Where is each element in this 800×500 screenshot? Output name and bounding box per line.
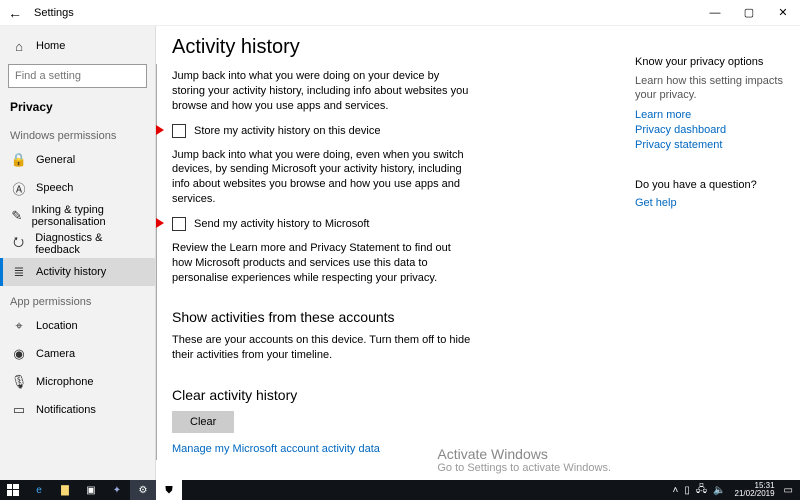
terminal-icon[interactable]: ▣ — [78, 480, 104, 500]
sidebar-item-notifications[interactable]: ▭Notifications — [0, 396, 155, 424]
clear-button[interactable]: Clear — [172, 411, 234, 433]
sidebar-item-camera[interactable]: ◉Camera — [0, 340, 155, 368]
sidebar-icon: ▭ — [10, 402, 28, 418]
minimize-button[interactable]: — — [698, 0, 732, 26]
sidebar-item-label: Microphone — [28, 376, 93, 388]
search-box[interactable]: ⌕ — [8, 64, 147, 88]
sidebar-item-general[interactable]: 🔒General — [0, 146, 155, 174]
taskbar: e ▇ ▣ ✦ ⚙ ⛊ ˄ ▯ 🖧 🔈 15:31 21/02/2019 ▭ — [0, 480, 800, 500]
back-button[interactable]: ← — [0, 5, 30, 21]
sidebar-item-label: Diagnostics & feedback — [27, 232, 145, 256]
page-title: Activity history — [172, 36, 609, 59]
checkbox-input[interactable] — [172, 124, 186, 138]
edge-icon[interactable]: e — [26, 480, 52, 500]
system-tray: ˄ ▯ 🖧 🔈 15:31 21/02/2019 ▭ — [670, 482, 800, 499]
checkbox-store-activity[interactable]: Store my activity history on this device — [172, 124, 609, 138]
store-icon[interactable]: ⛊ — [156, 480, 182, 500]
description-text: Jump back into what you were doing on yo… — [172, 69, 472, 114]
checkbox-label: Send my activity history to Microsoft — [186, 218, 369, 230]
sidebar-item-label: General — [28, 154, 75, 166]
checkbox-send-activity[interactable]: Send my activity history to Microsoft — [172, 217, 609, 231]
section-heading-accounts: Show activities from these accounts — [172, 309, 609, 325]
info-heading: Do you have a question? — [635, 179, 790, 191]
sidebar-item-inking-typing-personalisation[interactable]: ✎Inking & typing personalisation — [0, 202, 155, 230]
window-title: Settings — [30, 7, 74, 19]
watermark-subtitle: Go to Settings to activate Windows. — [437, 462, 611, 474]
sidebar-icon: ✎ — [10, 208, 24, 224]
file-explorer-icon[interactable]: ▇ — [52, 480, 78, 500]
sidebar-icon: ≣ — [10, 264, 28, 280]
description-text: Jump back into what you were doing, even… — [172, 148, 472, 207]
scroll-indicator — [156, 64, 157, 460]
privacy-dashboard-link[interactable]: Privacy dashboard — [635, 124, 790, 136]
info-subtext: Learn how this setting impacts your priv… — [635, 74, 790, 103]
activation-watermark: Activate Windows Go to Settings to activ… — [437, 446, 611, 474]
sidebar-item-label: Camera — [28, 348, 75, 360]
sidebar-item-home[interactable]: ⌂ Home — [0, 32, 155, 60]
sidebar-item-microphone[interactable]: 🎙Microphone — [0, 368, 155, 396]
learn-more-link[interactable]: Learn more — [635, 109, 790, 121]
sidebar-item-label: Notifications — [28, 404, 96, 416]
sidebar-item-diagnostics-feedback[interactable]: ⭮Diagnostics & feedback — [0, 230, 155, 258]
maximize-button[interactable]: ▢ — [732, 0, 766, 26]
app-icon[interactable]: ✦ — [104, 480, 130, 500]
sidebar-item-speech[interactable]: ⒶSpeech — [0, 174, 155, 202]
sidebar-section-current: Privacy — [0, 94, 155, 120]
sidebar-icon: ⭮ — [10, 233, 27, 255]
sidebar-item-label: Location — [28, 320, 78, 332]
watermark-title: Activate Windows — [437, 446, 611, 462]
get-help-link[interactable]: Get help — [635, 197, 790, 209]
sidebar-icon: ◉ — [10, 346, 28, 362]
start-button[interactable] — [0, 480, 26, 500]
sidebar-icon: Ⓐ — [10, 179, 28, 198]
sidebar-item-label: Activity history — [28, 266, 106, 278]
close-button[interactable]: ✕ — [766, 0, 800, 26]
sidebar-icon: ⌖ — [10, 318, 28, 334]
sidebar-icon: 🎙 — [10, 374, 28, 390]
home-icon: ⌂ — [10, 39, 28, 54]
section-heading-clear: Clear activity history — [172, 387, 609, 403]
sidebar-item-label: Inking & typing personalisation — [24, 204, 145, 228]
privacy-statement-link[interactable]: Privacy statement — [635, 139, 790, 151]
checkbox-input[interactable] — [172, 217, 186, 231]
sidebar-group-windows-permissions: Windows permissions — [0, 120, 155, 146]
action-center-icon[interactable]: ▭ — [784, 485, 793, 496]
tray-network-icon[interactable]: 🖧 — [696, 482, 707, 499]
search-input[interactable] — [15, 70, 155, 82]
sidebar-item-location[interactable]: ⌖Location — [0, 312, 155, 340]
sidebar-icon: 🔒 — [10, 152, 28, 168]
taskbar-clock[interactable]: 15:31 21/02/2019 — [729, 482, 781, 498]
tray-chevron-icon[interactable]: ˄ — [673, 485, 679, 496]
info-column: Know your privacy options Learn how this… — [625, 26, 800, 480]
checkbox-label: Store my activity history on this device — [186, 125, 380, 137]
content-area: Activity history Jump back into what you… — [155, 26, 625, 480]
sidebar-group-app-permissions: App permissions — [0, 286, 155, 312]
tray-shield-icon[interactable]: ▯ — [684, 485, 690, 496]
settings-taskbar-icon[interactable]: ⚙ — [130, 480, 156, 500]
sidebar-item-activity-history[interactable]: ≣Activity history — [0, 258, 155, 286]
sidebar-item-label: Speech — [28, 182, 73, 194]
sidebar: ⌂ Home ⌕ Privacy Windows permissions 🔒Ge… — [0, 26, 155, 480]
titlebar: ← Settings — ▢ ✕ — [0, 0, 800, 26]
tray-volume-icon[interactable]: 🔈 — [713, 485, 725, 496]
clock-date: 21/02/2019 — [735, 490, 775, 498]
info-heading: Know your privacy options — [635, 56, 790, 68]
description-text: Review the Learn more and Privacy Statem… — [172, 241, 472, 286]
sidebar-item-label: Home — [28, 40, 65, 52]
description-text: These are your accounts on this device. … — [172, 333, 472, 363]
